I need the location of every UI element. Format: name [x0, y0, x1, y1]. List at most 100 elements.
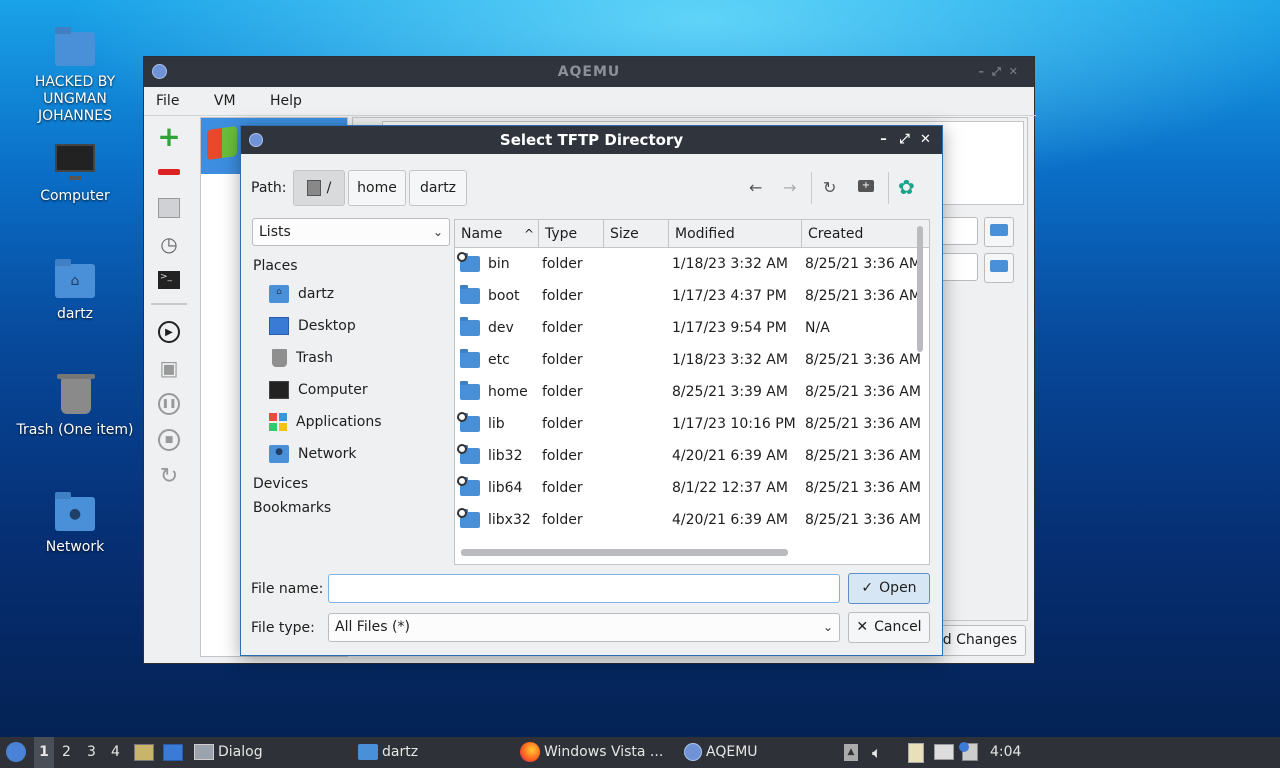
computer-icon — [269, 381, 289, 399]
view-mode-combo[interactable]: Lists ⌄ — [252, 218, 450, 246]
file-row[interactable]: boot folder 1/17/23 4:37 PM 8/25/21 3:36 AM — [455, 280, 929, 312]
file-row[interactable]: libx32 folder 4/20/21 6:39 AM 8/25/21 3:36 … — [455, 504, 929, 536]
maximize-icon[interactable]: ⤢ — [894, 126, 915, 154]
file-row[interactable]: etc folder 1/18/23 3:32 AM 8/25/21 3:36 AM — [455, 344, 929, 376]
task-firefox[interactable]: Windows Vista ... — [520, 737, 663, 768]
drive-icon — [306, 180, 321, 196]
vertical-scrollbar[interactable] — [917, 226, 923, 352]
reset-vm-button[interactable]: ↻ — [150, 459, 188, 493]
clipboard-icon[interactable] — [908, 743, 924, 763]
terminal-button[interactable]: >_ — [150, 263, 188, 297]
task-dartz[interactable]: dartz — [358, 737, 418, 768]
path-root-button[interactable]: / — [293, 170, 345, 206]
start-menu-icon[interactable] — [6, 742, 26, 762]
places-header[interactable]: Places — [253, 254, 453, 278]
aqemu-toolbar: + ◷ >_ ▶ ▣ ❚❚ ■ ↻ — [150, 119, 188, 495]
place-network[interactable]: ● Network — [253, 438, 453, 470]
file-type-combo[interactable]: All Files (*) ⌄ — [328, 613, 840, 642]
file-list-header: Name ^ Type Size Modified Created — [455, 220, 929, 248]
aqemu-titlebar[interactable]: AQEMU –⤢✕ — [144, 57, 1034, 87]
desktop-icon-network[interactable]: ● Network — [10, 489, 140, 556]
task-aqemu[interactable]: AQEMU — [684, 737, 758, 768]
open-button[interactable]: ✓ Open — [848, 573, 930, 604]
menu-vm[interactable]: VM — [214, 93, 236, 109]
column-type[interactable]: Type — [539, 220, 604, 248]
place-dartz[interactable]: ⌂ dartz — [253, 278, 453, 310]
file-row[interactable]: lib folder 1/17/23 10:16 PM 8/25/21 3:36 AM — [455, 408, 929, 440]
file-name-input[interactable] — [328, 574, 840, 603]
save-vm-button[interactable]: ▣ — [150, 351, 188, 385]
desktop-icon-hacked-folder[interactable]: HACKED BY UNGMAN JOHANNES — [10, 24, 140, 125]
clock[interactable]: 4:04 — [990, 737, 1021, 768]
boot-browse-button[interactable] — [984, 253, 1014, 283]
volume-icon[interactable]: 🔈︎ — [872, 737, 882, 768]
desktop-icon-trash[interactable]: Trash (One item) — [10, 372, 140, 439]
task-dialog[interactable]: Dialog — [194, 737, 263, 768]
minimize-icon[interactable]: – — [873, 126, 894, 154]
cancel-button[interactable]: ✕ Cancel — [848, 612, 930, 643]
home-folder-icon: ⌂ — [53, 256, 97, 300]
column-modified[interactable]: Modified — [669, 220, 802, 248]
file-row[interactable]: home folder 8/25/21 3:39 AM 8/25/21 3:36 AM — [455, 376, 929, 408]
dialog-titlebar[interactable]: Select TFTP Directory – ⤢ ✕ — [241, 126, 942, 154]
place-trash[interactable]: Trash — [253, 342, 453, 374]
path-segment-home[interactable]: home — [348, 170, 406, 206]
file-manager-launcher[interactable] — [134, 744, 154, 761]
place-applications[interactable]: Applications — [253, 406, 453, 438]
column-created[interactable]: Created — [802, 220, 917, 248]
back-arrow-icon[interactable]: ← — [749, 178, 762, 197]
notification-icon[interactable] — [959, 742, 978, 761]
workspace-4[interactable]: 4 — [111, 737, 120, 768]
file-row[interactable]: lib32 folder 4/20/21 6:39 AM 8/25/21 3:36 A… — [455, 440, 929, 472]
workspace-3[interactable]: 3 — [87, 737, 96, 768]
tray-up-arrow-icon[interactable]: ▲ — [844, 744, 858, 761]
new-folder-icon[interactable]: + — [858, 180, 874, 192]
file-list[interactable]: Name ^ Type Size Modified Created bin fol… — [454, 219, 930, 565]
aqemu-title: AQEMU — [557, 64, 621, 80]
settings-gear-icon[interactable]: ✿ — [898, 175, 915, 199]
bookmarks-header[interactable]: Bookmarks — [253, 496, 453, 520]
start-vm-button[interactable]: ▶ — [150, 315, 188, 349]
place-computer[interactable]: Computer — [253, 374, 453, 406]
desktop-icon-dartz[interactable]: ⌂ dartz — [10, 256, 140, 323]
column-name[interactable]: Name ^ — [455, 220, 539, 248]
select-tftp-directory-dialog: Select TFTP Directory – ⤢ ✕ Path: / home d… — [240, 125, 943, 656]
tftp-browse-button[interactable] — [984, 217, 1014, 247]
show-desktop-launcher[interactable] — [163, 744, 183, 761]
file-name-cell: dev — [488, 320, 514, 336]
remove-vm-button[interactable] — [150, 155, 188, 189]
chevron-down-icon: ⌄ — [432, 225, 443, 239]
stop-vm-button[interactable]: ■ — [150, 423, 188, 457]
file-row[interactable]: dev folder 1/17/23 9:54 PM N/A — [455, 312, 929, 344]
refresh-icon[interactable]: ↻ — [823, 178, 836, 197]
menu-help[interactable]: Help — [270, 93, 302, 109]
firefox-icon — [520, 742, 540, 762]
file-type-cell: folder — [542, 288, 583, 304]
chevron-down-icon: ⌄ — [822, 620, 833, 634]
forward-arrow-icon[interactable]: → — [783, 178, 796, 197]
horizontal-scrollbar[interactable] — [461, 549, 788, 556]
add-vm-button[interactable]: + — [150, 119, 188, 153]
close-icon[interactable]: ✕ — [915, 126, 936, 154]
desktop-icon-computer[interactable]: Computer — [10, 138, 140, 205]
clock-icon: ◷ — [160, 232, 178, 256]
place-desktop[interactable]: Desktop — [253, 310, 453, 342]
disk-button[interactable] — [150, 191, 188, 225]
devices-header[interactable]: Devices — [253, 472, 453, 496]
menu-file[interactable]: File — [156, 93, 179, 109]
file-row[interactable]: lib64 folder 8/1/22 12:37 AM 8/25/21 3:36 A… — [455, 472, 929, 504]
clock-button[interactable]: ◷ — [150, 227, 188, 261]
file-row[interactable]: bin folder 1/18/23 3:32 AM 8/25/21 3:36 AM — [455, 248, 929, 280]
aqemu-window-controls[interactable]: –⤢✕ — [978, 57, 1026, 87]
folder-icon — [460, 349, 480, 368]
home-folder-icon: ⌂ — [269, 285, 289, 303]
network-tray-icon[interactable] — [934, 744, 954, 760]
folder-icon — [990, 224, 1008, 236]
workspace-1[interactable]: 1 — [34, 737, 54, 768]
path-segment-dartz[interactable]: dartz — [409, 170, 467, 206]
workspace-2[interactable]: 2 — [62, 737, 71, 768]
column-size[interactable]: Size — [604, 220, 669, 248]
aqemu-menubar: File VM Help — [144, 87, 1034, 115]
pause-vm-button[interactable]: ❚❚ — [150, 387, 188, 421]
dialog-window-controls: – ⤢ ✕ — [873, 126, 936, 154]
